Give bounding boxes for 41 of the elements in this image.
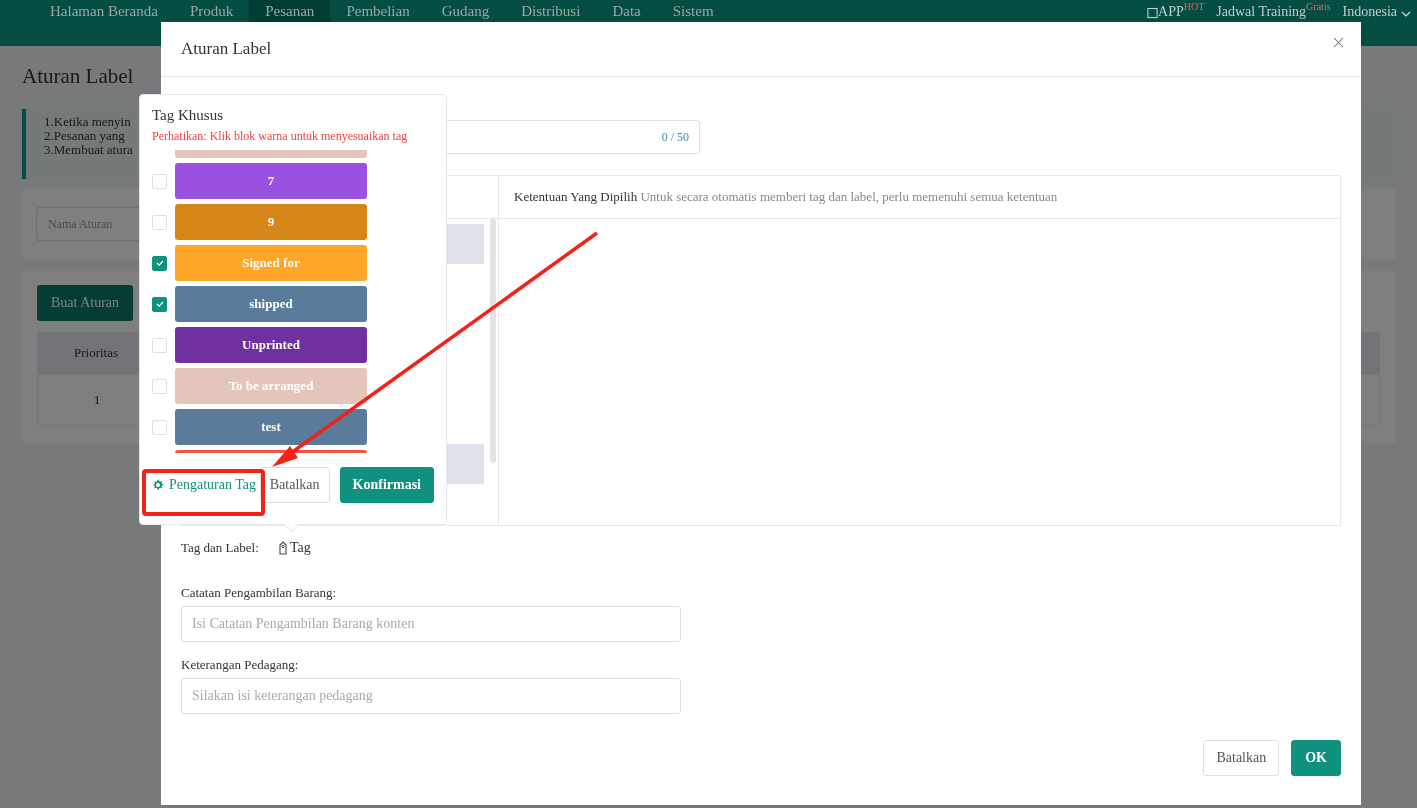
checkmark-icon <box>154 299 165 309</box>
panel-header: Ketentuan Yang Dipilih Untuk secara otomatis memberi tag dan label, perlu memenuhi semua ketentuan <box>514 189 1058 205</box>
create-rule-button[interactable]: Buat Aturan <box>37 285 134 321</box>
close-icon[interactable] <box>1333 36 1344 48</box>
notice-text: 2.Pesanan yang <box>44 129 125 143</box>
cancel-button[interactable]: Batalkan <box>1203 740 1280 776</box>
notice-text: 3.Membuat atura <box>44 143 133 157</box>
popover-title: Tag Khusus <box>152 107 225 124</box>
column-header: Prioritas <box>72 345 120 361</box>
training-link[interactable]: Jadwal Training <box>1216 4 1307 20</box>
free-label: Gratis <box>1306 2 1331 12</box>
language-selector[interactable]: Indonesia <box>1342 4 1397 20</box>
app-link[interactable]: APP <box>1158 4 1184 20</box>
notice-text: 1.Ketika menyin <box>44 115 131 129</box>
square-icon <box>1147 7 1158 19</box>
field-label: Tag dan Label: <box>181 540 260 556</box>
checkmark-icon <box>154 258 165 268</box>
tag-link[interactable]: Tag <box>278 540 311 556</box>
picking-note-field[interactable]: Isi Catatan Pengambilan Barang konten <box>181 606 681 642</box>
checkbox[interactable] <box>152 296 167 312</box>
gear-icon <box>152 479 164 491</box>
tag-chip[interactable]: Unprinted <box>175 327 367 363</box>
tag-chip[interactable]: shipped <box>175 286 367 322</box>
dialog-title: Aturan Label <box>181 39 272 59</box>
field-label: Catatan Pengambilan Barang: <box>181 585 338 601</box>
tag-icon <box>278 541 288 555</box>
ok-button[interactable]: OK <box>1291 740 1341 776</box>
field-label: Keterangan Pedagang: <box>181 657 300 673</box>
tag-chip[interactable]: test <box>175 409 367 445</box>
page-title: Aturan Label <box>22 64 135 89</box>
checkbox[interactable] <box>152 255 167 271</box>
char-counter: 0 / 50 <box>661 129 689 145</box>
hot-label: HOT <box>1183 2 1205 12</box>
confirm-button[interactable]: Konfirmasi <box>339 467 434 503</box>
tag-chip[interactable]: 9 <box>175 204 367 240</box>
table-cell-text: 1 <box>92 392 102 408</box>
tag-settings-link[interactable]: Pengaturan Tag <box>152 477 260 493</box>
cancel-button[interactable]: Batalkan <box>259 467 330 503</box>
caret-icon <box>1401 11 1411 17</box>
merchant-note-field[interactable]: Silakan isi keterangan pedagang <box>181 678 681 714</box>
tag-chip[interactable]: 7 <box>175 163 367 199</box>
